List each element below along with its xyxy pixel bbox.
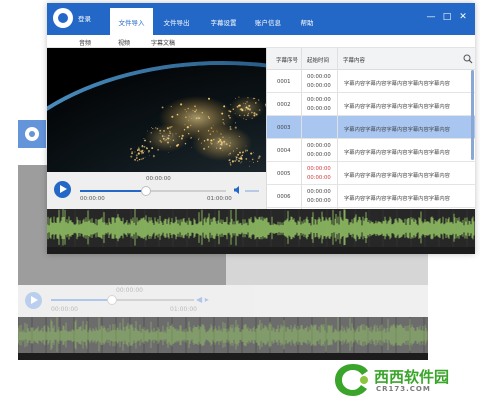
subtitle-table: 字幕序号 起始时间 字幕内容 0001 00:00:00 00:00:00 字幕… xyxy=(266,48,475,209)
row-index: 0001 xyxy=(277,79,291,85)
row-end-time-warning: 00:00:00 xyxy=(307,175,331,181)
table-row[interactable]: 0004 00:00:00 00:00:00 字幕内容字幕内容字幕内容字幕内容字… xyxy=(267,139,475,162)
end-time: 01:00:00 xyxy=(207,196,232,202)
row-index: 0003 xyxy=(277,125,291,131)
login-link[interactable]: 登录 xyxy=(78,13,91,23)
menu-help[interactable]: 帮助 xyxy=(289,8,325,35)
background-current-time: 00:00:00 xyxy=(116,287,143,294)
background-volume-icon: ◀ ▸ xyxy=(196,295,209,304)
row-content: 字幕内容字幕内容字幕内容字幕内容字幕内容 xyxy=(344,104,450,110)
media-tab-bar: 音频 视频 字幕文稿 xyxy=(47,35,475,48)
progress-fill xyxy=(80,190,146,192)
row-content: 字幕内容字幕内容字幕内容字幕内容字幕内容 xyxy=(344,81,450,87)
row-index: 0004 xyxy=(277,148,291,154)
app-logo-icon xyxy=(53,8,73,28)
start-time: 00:00:00 xyxy=(80,196,105,202)
search-icon[interactable] xyxy=(463,54,473,64)
watermark-brand: 西西软件园 xyxy=(374,368,450,386)
progress-knob[interactable] xyxy=(140,186,151,196)
row-end-time: 00:00:00 xyxy=(307,152,331,158)
tab-audio[interactable]: 音频 xyxy=(79,38,91,47)
volume-slider[interactable] xyxy=(245,190,259,192)
row-index: 0002 xyxy=(277,102,291,108)
main-window: 登录 文件导入 文件导出 字幕设置 账户信息 帮助 — □ ✕ 音频 视频 字幕… xyxy=(47,3,475,254)
table-row-selected[interactable]: 0003 字幕内容字幕内容字幕内容字幕内容字幕内容 xyxy=(267,116,475,139)
table-row[interactable]: 0006 00:00:00 00:00:00 字幕内容字幕内容字幕内容字幕内容字… xyxy=(267,185,475,208)
row-content: 字幕内容字幕内容字幕内容字幕内容字幕内容 xyxy=(344,150,450,156)
row-content: 字幕内容字幕内容字幕内容字幕内容字幕内容 xyxy=(344,196,450,202)
header-index: 字幕序号 xyxy=(276,58,299,64)
menu-file-import[interactable]: 文件导入 xyxy=(110,8,153,35)
row-index: 0006 xyxy=(277,194,291,200)
waveform-path xyxy=(47,208,475,246)
title-bar: 登录 文件导入 文件导出 字幕设置 账户信息 帮助 — □ ✕ xyxy=(47,3,475,35)
row-index: 0005 xyxy=(277,171,291,177)
brand-leaf-icon xyxy=(335,364,368,396)
row-start-time: 00:00:00 xyxy=(307,74,331,80)
progress-slider[interactable] xyxy=(80,186,226,196)
current-time: 00:00:00 xyxy=(146,176,171,182)
menu-account-info[interactable]: 账户信息 xyxy=(247,8,289,35)
close-button[interactable]: ✕ xyxy=(457,11,469,23)
tab-subtitle-script[interactable]: 字幕文稿 xyxy=(151,38,175,47)
tab-video[interactable]: 视频 xyxy=(118,38,130,47)
main-menu: 文件导入 文件导出 字幕设置 账户信息 帮助 xyxy=(110,8,325,35)
watermark-domain: CR173.COM xyxy=(376,385,431,393)
row-start-time-warning: 00:00:00 xyxy=(307,166,331,172)
waveform-path xyxy=(17,317,428,352)
table-header: 字幕序号 起始时间 字幕内容 xyxy=(267,48,475,70)
row-start-time: 00:00:00 xyxy=(307,143,331,149)
table-row[interactable]: 0005 00:00:00 00:00:00 字幕内容字幕内容字幕内容字幕内容字… xyxy=(267,162,475,185)
row-end-time: 00:00:00 xyxy=(307,83,331,89)
watermark-logo: 西西软件园 CR173.COM xyxy=(333,360,478,398)
screenshot-stage: 00:00:00 00:00:00 01:00:00 ◀ ▸ 登录 文件导入 文… xyxy=(0,0,480,400)
background-end-time: 01:00:00 xyxy=(170,306,197,313)
background-app-logo-icon xyxy=(18,120,46,148)
row-start-time: 00:00:00 xyxy=(307,189,331,195)
header-content: 字幕内容 xyxy=(343,58,366,64)
background-table-panel xyxy=(226,253,428,285)
table-row[interactable]: 0002 00:00:00 00:00:00 字幕内容字幕内容字幕内容字幕内容字… xyxy=(267,93,475,116)
row-start-time: 00:00:00 xyxy=(307,97,331,103)
column-divider xyxy=(301,48,302,209)
volume-icon[interactable] xyxy=(233,185,243,195)
row-content: 字幕内容字幕内容字幕内容字幕内容字幕内容 xyxy=(344,173,450,179)
row-end-time: 00:00:00 xyxy=(307,106,331,112)
row-content: 字幕内容字幕内容字幕内容字幕内容字幕内容 xyxy=(344,127,450,133)
maximize-button[interactable]: □ xyxy=(441,11,453,23)
background-start-time: 00:00:00 xyxy=(51,306,78,313)
play-button[interactable] xyxy=(54,181,71,198)
audio-waveform[interactable] xyxy=(47,208,475,254)
minimize-button[interactable]: — xyxy=(425,11,437,23)
background-player-controls: 00:00:00 00:00:00 01:00:00 ◀ ▸ xyxy=(18,285,428,317)
menu-subtitle-settings[interactable]: 字幕设置 xyxy=(200,8,247,35)
background-waveform xyxy=(17,317,428,360)
background-play-icon xyxy=(25,292,42,309)
row-end-time: 00:00:00 xyxy=(307,198,331,204)
background-progress-track xyxy=(51,295,194,305)
video-preview[interactable] xyxy=(47,48,266,172)
player-controls: 00:00:00 00:00:00 01:00:00 xyxy=(47,172,266,209)
earth-night-image xyxy=(47,48,266,172)
table-row[interactable]: 0001 00:00:00 00:00:00 字幕内容字幕内容字幕内容字幕内容字… xyxy=(267,70,475,93)
menu-file-export[interactable]: 文件导出 xyxy=(153,8,200,35)
header-start-time: 起始时间 xyxy=(307,58,330,64)
table-scrollbar[interactable] xyxy=(471,70,474,160)
column-divider xyxy=(337,48,338,209)
